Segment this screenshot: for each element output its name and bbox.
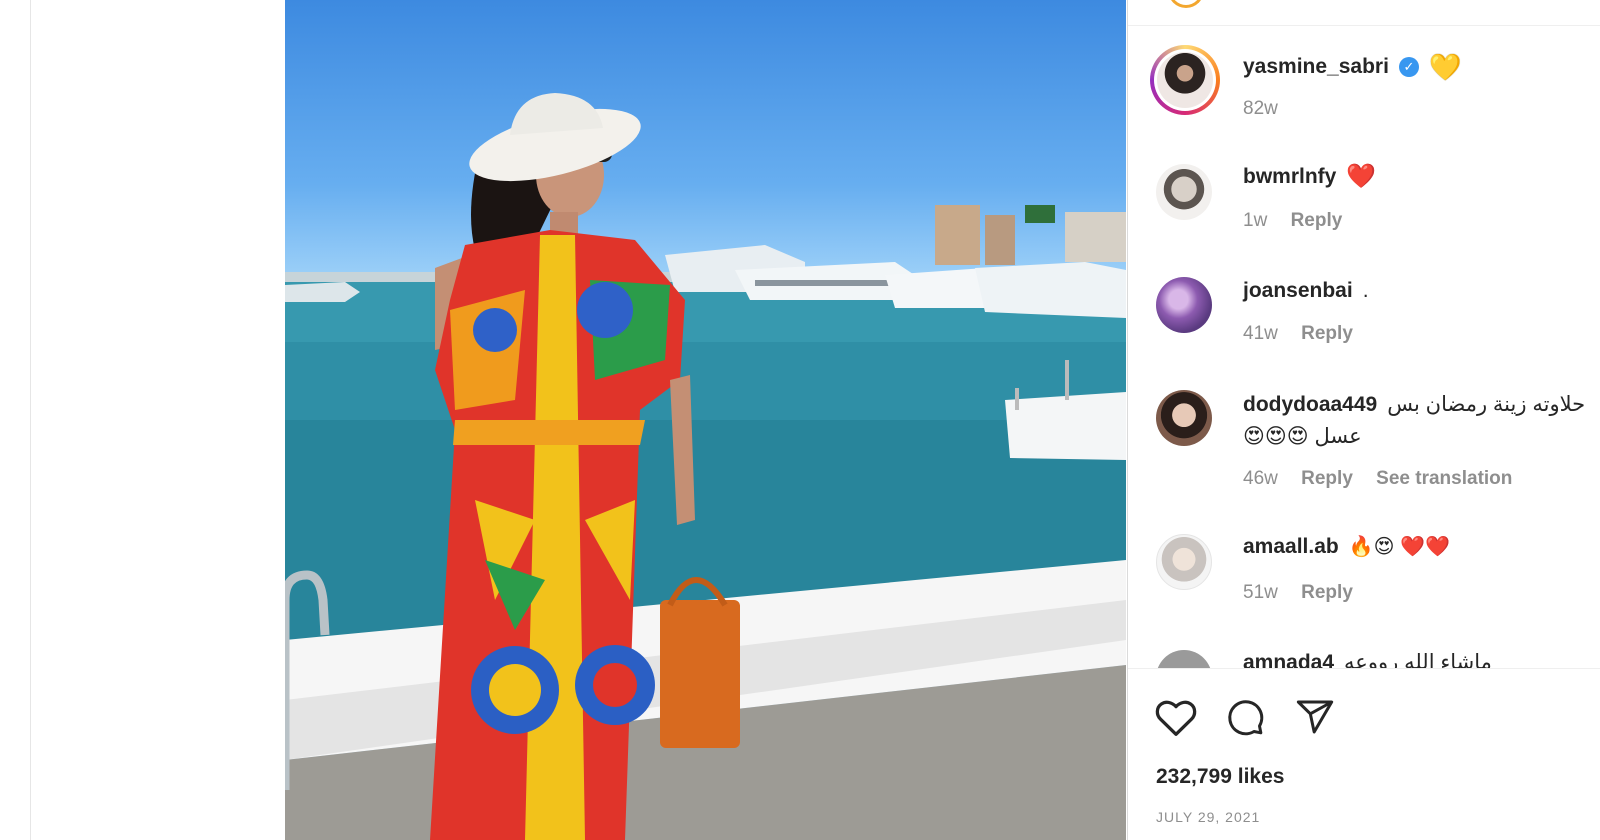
comment-line: bwmrlnfy ❤️ [1243, 165, 1376, 189]
left-divider [30, 0, 31, 840]
comment-username[interactable]: amnada4 [1243, 651, 1334, 669]
comment-meta: 46w Reply See translation [1243, 468, 1530, 490]
comment-icon[interactable] [1224, 697, 1266, 737]
comment-age[interactable]: 46w [1243, 468, 1278, 489]
comment-avatar[interactable] [1156, 650, 1212, 668]
comment-text: 🔥😍 ❤️❤️ [1348, 536, 1450, 558]
reply-button[interactable]: Reply [1301, 468, 1353, 489]
comment-meta: 1w Reply [1243, 210, 1360, 232]
comment-line: amnada4 ماشاء الله رووعه [1243, 650, 1492, 669]
see-translation-link[interactable]: See translation [1376, 468, 1512, 489]
top-divider [1128, 0, 1600, 26]
comment-age[interactable]: 41w [1243, 323, 1278, 344]
comment-line: joansenbai . [1243, 279, 1369, 303]
comment-text: ❤️ [1346, 163, 1377, 190]
post-photo[interactable] [285, 0, 1126, 840]
author-avatar[interactable] [1150, 45, 1220, 115]
reply-button[interactable]: Reply [1301, 323, 1353, 344]
comment-avatar[interactable] [1156, 164, 1212, 220]
post-date[interactable]: JULY 29, 2021 [1156, 809, 1260, 825]
comment-line: dodydoaa449 حلاوته زينة رمضان بس [1243, 392, 1600, 417]
author-meta: 82w [1243, 98, 1296, 120]
comment-username[interactable]: dodydoaa449 [1243, 393, 1377, 417]
comment-avatar[interactable] [1156, 390, 1212, 446]
comment-username[interactable]: amaall.ab [1243, 535, 1339, 559]
author-line: yasmine_sabri ✓ 💛 [1243, 54, 1461, 80]
reply-button[interactable]: Reply [1301, 582, 1353, 603]
heart-icon[interactable] [1154, 697, 1198, 737]
photo-scene [285, 93, 1126, 840]
post-age[interactable]: 82w [1243, 98, 1278, 119]
comment-text: . [1362, 279, 1369, 302]
comment-username[interactable]: bwmrlnfy [1243, 165, 1336, 189]
comment-meta: 51w Reply [1243, 582, 1371, 604]
share-icon[interactable] [1294, 697, 1336, 737]
comment-age[interactable]: 1w [1243, 210, 1267, 231]
comment-avatar[interactable] [1156, 277, 1212, 333]
story-ring-partial [1168, 0, 1204, 8]
comment-text: حلاوته زينة رمضان بس [1387, 393, 1586, 416]
comment-line: amaall.ab 🔥😍 ❤️❤️ [1243, 535, 1450, 559]
comment-cutoff: amnada4 ماشاء الله رووعه [1128, 650, 1600, 668]
comment-text: ماشاء الله رووعه [1344, 651, 1492, 668]
comment-text-continued: عسل 😍😍😍 [1243, 425, 1362, 448]
post-actions: 232,799 likes JULY 29, 2021 [1128, 668, 1600, 840]
comment-avatar[interactable] [1156, 534, 1212, 590]
comment-username[interactable]: joansenbai [1243, 279, 1353, 303]
reply-button[interactable]: Reply [1291, 210, 1343, 231]
comments-panel: yasmine_sabri ✓ 💛 82w bwmrlnfy ❤️ 1w Rep… [1127, 0, 1600, 840]
verified-badge-icon: ✓ [1398, 57, 1419, 77]
author-username[interactable]: yasmine_sabri [1243, 55, 1389, 79]
instagram-post-view: yasmine_sabri ✓ 💛 82w bwmrlnfy ❤️ 1w Rep… [0, 0, 1600, 840]
likes-count[interactable]: 232,799 likes [1156, 765, 1284, 789]
yellow-heart-emoji: 💛 [1428, 52, 1462, 82]
comment-meta: 41w Reply [1243, 323, 1371, 345]
comment-age[interactable]: 51w [1243, 582, 1278, 603]
